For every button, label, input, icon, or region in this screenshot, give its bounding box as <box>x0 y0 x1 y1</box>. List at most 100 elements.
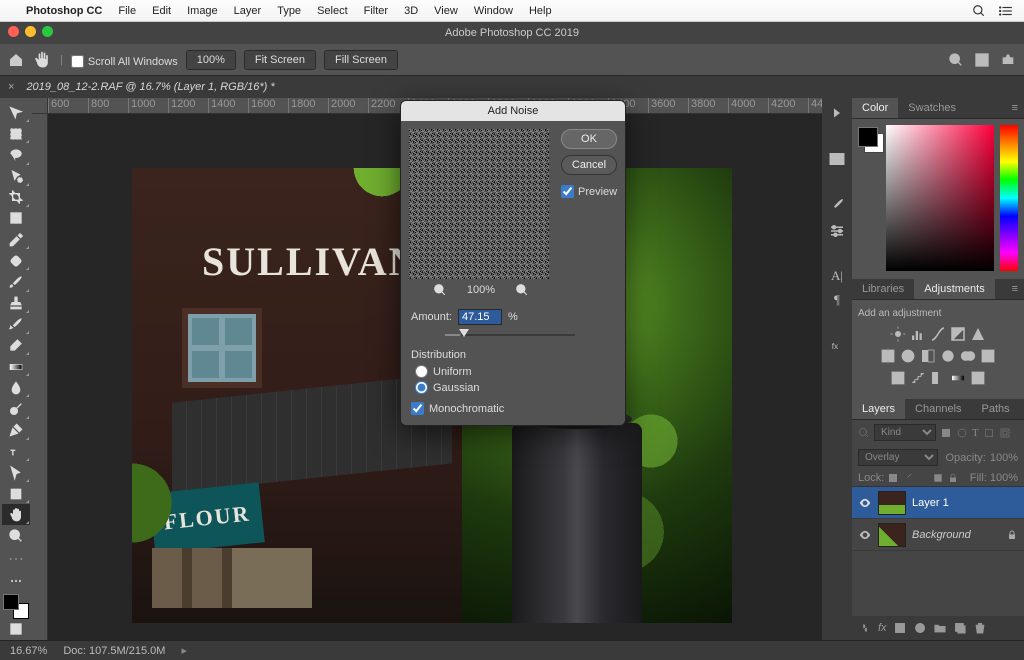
curves-icon[interactable] <box>929 325 947 343</box>
dodge-tool[interactable] <box>2 398 30 419</box>
home-icon[interactable] <box>8 52 24 68</box>
layer-name[interactable]: Background <box>912 529 971 541</box>
lock-artboard-icon[interactable] <box>932 472 944 484</box>
share-icon[interactable] <box>1000 52 1016 68</box>
foreground-background-colors[interactable] <box>3 594 29 619</box>
lock-position-icon[interactable] <box>917 472 929 484</box>
layer-name[interactable]: Layer 1 <box>912 497 949 509</box>
fill-screen-button[interactable]: Fill Screen <box>324 50 398 70</box>
eraser-tool[interactable] <box>2 335 30 356</box>
hand-tool[interactable] <box>2 504 30 525</box>
brush-settings-icon[interactable] <box>828 222 846 240</box>
traffic-lights[interactable] <box>8 26 53 37</box>
selective-color-icon[interactable] <box>969 369 987 387</box>
menu-image[interactable]: Image <box>187 5 218 17</box>
color-tab[interactable]: Color <box>852 98 898 118</box>
adjustments-tab[interactable]: Adjustments <box>914 279 995 299</box>
color-panel[interactable] <box>852 119 1024 279</box>
history-brush-tool[interactable] <box>2 314 30 335</box>
menu-edit[interactable]: Edit <box>152 5 171 17</box>
workspace-icon[interactable] <box>974 52 990 68</box>
pixel-filter-icon[interactable] <box>940 427 952 439</box>
edit-toolbar[interactable] <box>2 571 30 592</box>
fx-icon[interactable]: fx <box>878 622 887 634</box>
layer-filter-select[interactable]: Kind <box>874 424 936 441</box>
brush-tool[interactable] <box>2 271 30 292</box>
opacity-value[interactable]: 100% <box>990 452 1018 464</box>
channels-tab[interactable]: Channels <box>905 399 971 419</box>
posterize-icon[interactable] <box>909 369 927 387</box>
paragraph-panel-icon[interactable]: ¶ <box>834 292 840 308</box>
uniform-radio[interactable]: Uniform <box>415 365 615 378</box>
history-panel-icon[interactable] <box>828 150 846 168</box>
hand-tool-icon[interactable] <box>32 50 52 70</box>
status-doc[interactable]: Doc: 107.5M/215.0M <box>63 645 165 657</box>
lock-all-icon[interactable] <box>947 472 959 484</box>
fit-screen-button[interactable]: Fit Screen <box>244 50 316 70</box>
zoom-tool[interactable] <box>2 525 30 546</box>
new-layer-icon[interactable] <box>953 621 967 635</box>
dialog-titlebar[interactable]: Add Noise <box>401 101 625 121</box>
visibility-icon[interactable] <box>858 496 872 510</box>
fill-value[interactable]: 100% <box>990 472 1018 484</box>
smart-filter-icon[interactable] <box>999 427 1011 439</box>
mask-icon[interactable] <box>893 621 907 635</box>
document-tab[interactable]: × 2019_08_12-2.RAF @ 16.7% (Layer 1, RGB… <box>0 76 1024 98</box>
menu-help[interactable]: Help <box>529 5 552 17</box>
pen-tool[interactable] <box>2 420 30 441</box>
type-filter-icon[interactable]: T <box>972 427 979 439</box>
preview-checkbox[interactable]: Preview <box>561 185 617 198</box>
delete-layer-icon[interactable] <box>973 621 987 635</box>
glyphs-panel-icon[interactable]: fx <box>828 336 846 354</box>
layers-tab[interactable]: Layers <box>852 399 905 419</box>
menu-select[interactable]: Select <box>317 5 348 17</box>
gaussian-radio[interactable]: Gaussian <box>415 381 615 394</box>
swatches-tab[interactable]: Swatches <box>898 98 966 118</box>
menu-icon[interactable] <box>998 4 1014 18</box>
type-tool[interactable]: T <box>2 441 30 462</box>
zoom-100-button[interactable]: 100% <box>186 50 236 70</box>
cancel-button[interactable]: Cancel <box>561 155 617 175</box>
channel-mixer-icon[interactable] <box>959 347 977 365</box>
stamp-tool[interactable] <box>2 293 30 314</box>
expand-panels-icon[interactable] <box>828 104 846 122</box>
menu-layer[interactable]: Layer <box>234 5 262 17</box>
vibrance-icon[interactable] <box>969 325 987 343</box>
close-tab-icon[interactable]: × <box>8 81 14 93</box>
adj-layer-icon[interactable] <box>913 621 927 635</box>
app-name[interactable]: Photoshop CC <box>26 5 102 17</box>
crop-tool[interactable] <box>2 187 30 208</box>
brush-panel-icon[interactable] <box>828 196 846 214</box>
search-icon[interactable] <box>972 4 986 18</box>
marquee-tool[interactable] <box>2 123 30 144</box>
group-icon[interactable] <box>933 621 947 635</box>
lock-pixels-icon[interactable] <box>902 472 914 484</box>
status-zoom[interactable]: 16.67% <box>10 645 47 657</box>
levels-icon[interactable] <box>909 325 927 343</box>
zoom-out-icon[interactable] <box>433 283 447 297</box>
exposure-icon[interactable] <box>949 325 967 343</box>
visibility-icon[interactable] <box>858 528 872 542</box>
blur-tool[interactable] <box>2 377 30 398</box>
quick-select-tool[interactable] <box>2 166 30 187</box>
panel-menu-icon[interactable]: ≡ <box>1020 399 1024 419</box>
gradient-map-icon[interactable] <box>949 369 967 387</box>
panel-menu-icon[interactable]: ≡ <box>1006 98 1024 118</box>
color-balance-icon[interactable] <box>899 347 917 365</box>
amount-input[interactable] <box>458 309 502 325</box>
scroll-all-checkbox[interactable]: Scroll All Windows <box>71 55 178 68</box>
amount-slider[interactable] <box>445 329 575 341</box>
character-panel-icon[interactable]: A| <box>831 268 843 284</box>
menu-type[interactable]: Type <box>277 5 301 17</box>
hue-icon[interactable] <box>879 347 897 365</box>
adj-filter-icon[interactable] <box>956 427 968 439</box>
libraries-tab[interactable]: Libraries <box>852 279 914 299</box>
ok-button[interactable]: OK <box>561 129 617 149</box>
layer-thumbnail[interactable] <box>878 491 906 515</box>
color-lookup-icon[interactable] <box>979 347 997 365</box>
threshold-icon[interactable] <box>929 369 947 387</box>
menu-view[interactable]: View <box>434 5 458 17</box>
search-icon[interactable] <box>858 427 870 439</box>
layer-thumbnail[interactable] <box>878 523 906 547</box>
panel-menu-icon[interactable]: ≡ <box>1006 279 1024 299</box>
